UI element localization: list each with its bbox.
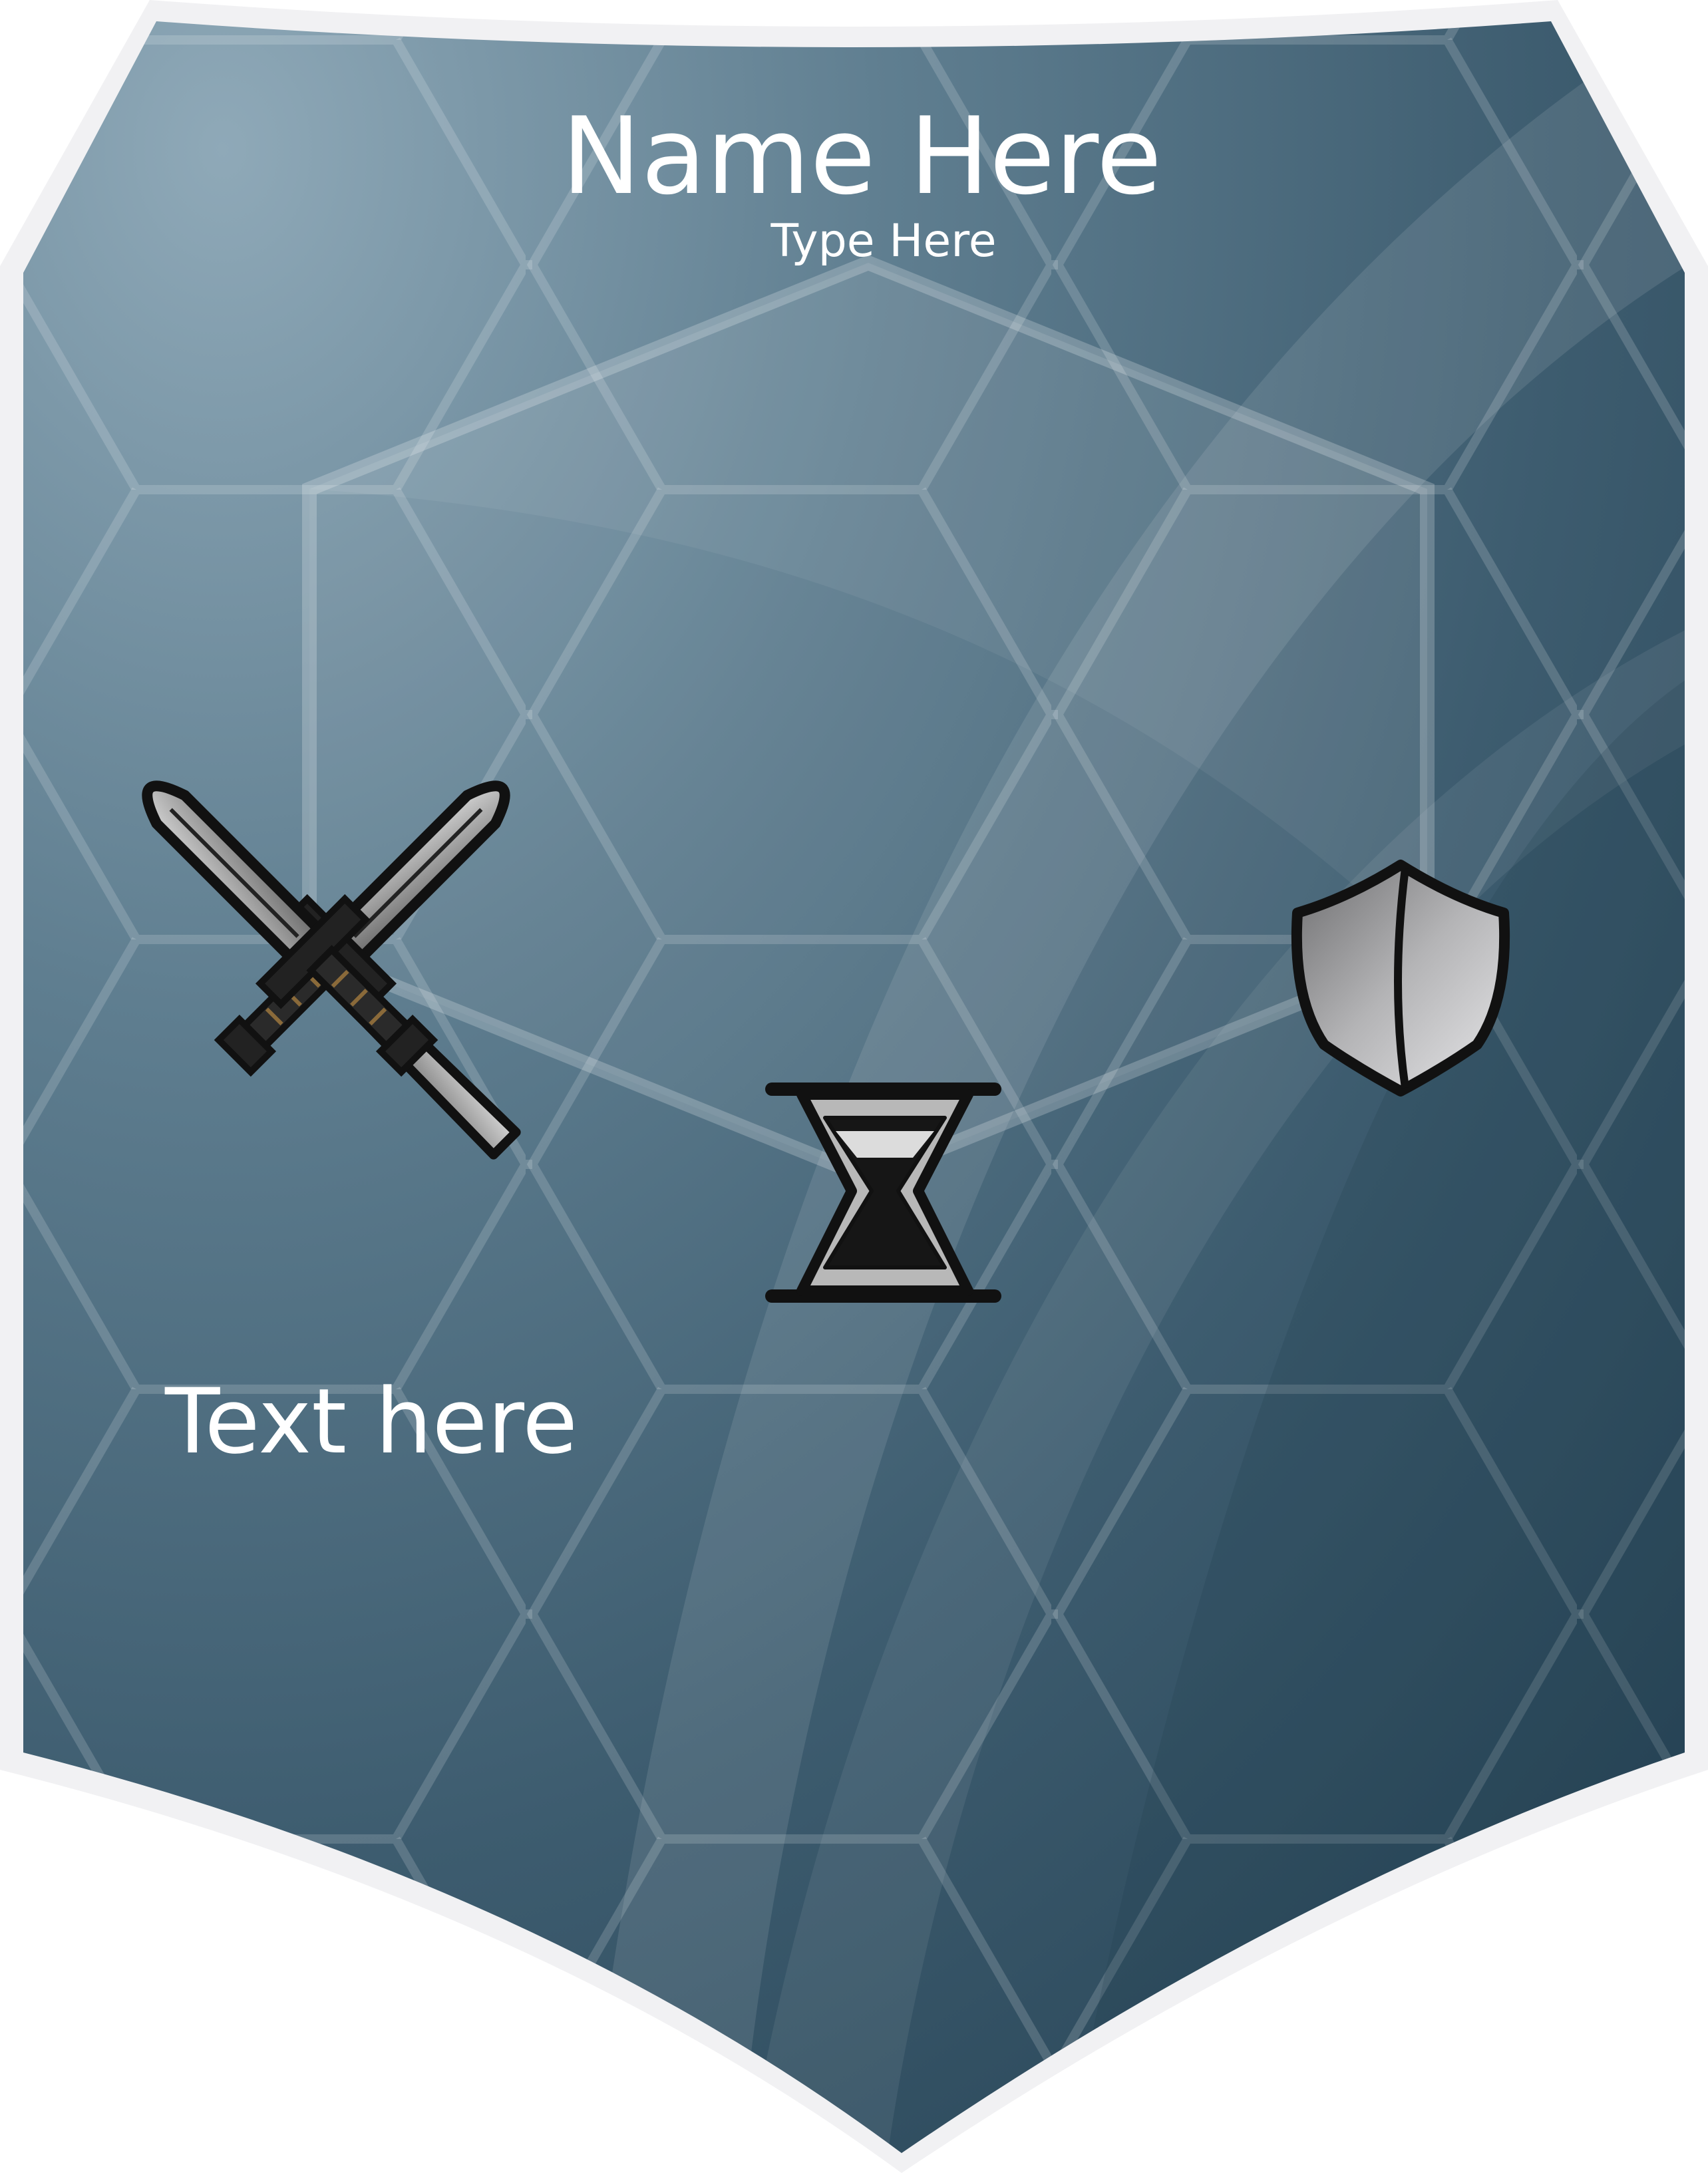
card-type: Type Here <box>770 215 996 267</box>
card-name: Name Here <box>562 94 1162 218</box>
card: Name Here Type Here Text here <box>0 0 1708 2173</box>
card-body-text: Text here <box>164 1369 578 1474</box>
